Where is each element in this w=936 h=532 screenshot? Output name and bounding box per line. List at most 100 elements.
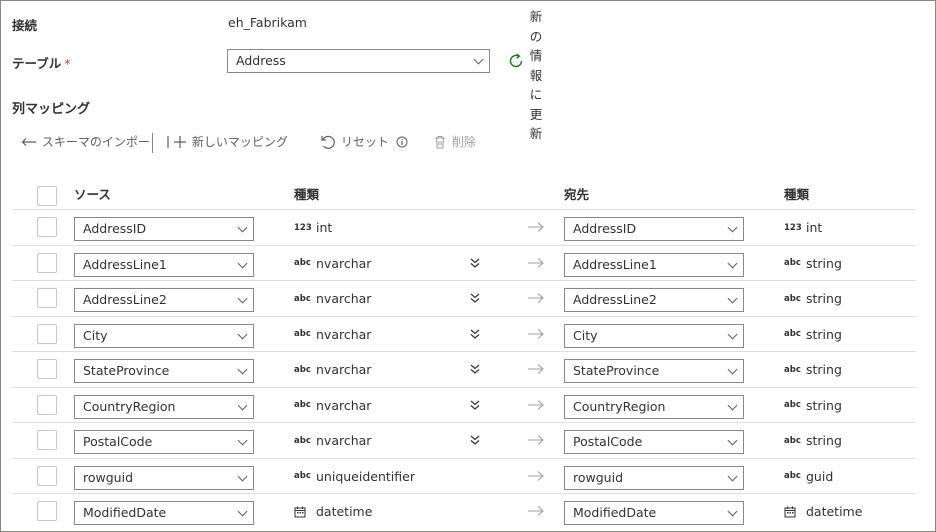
type-cell: abc uniqueidentifier — [294, 468, 415, 484]
source-column-select[interactable]: City — [74, 323, 254, 348]
select-all-checkbox[interactable] — [37, 186, 57, 206]
text-type-icon: abc — [784, 400, 801, 410]
text-type-icon: abc — [784, 329, 801, 339]
source-column-select-value: AddressLine1 — [83, 256, 167, 272]
mapping-arrow-icon — [528, 257, 544, 268]
type-label: nvarchar — [316, 291, 372, 306]
destination-column-select-value: AddressLine1 — [573, 256, 657, 272]
reset-button[interactable]: リセット — [319, 133, 409, 151]
row-checkbox[interactable] — [37, 217, 57, 237]
source-column-select[interactable]: CountryRegion — [74, 394, 254, 419]
header-destination: 宛先 — [564, 187, 590, 202]
source-column-select[interactable]: AddressID — [74, 217, 254, 241]
source-column-select-value: StateProvince — [83, 363, 170, 378]
required-mark: * — [64, 56, 71, 71]
destination-column-select[interactable]: AddressID — [564, 217, 744, 241]
type-cell: abc guid — [784, 468, 833, 484]
text-type-icon: abc — [784, 364, 801, 375]
delete-label: 削除 — [451, 135, 476, 149]
destination-column-select[interactable]: AddressLine2 — [564, 288, 744, 312]
mapping-arrow-icon — [528, 364, 544, 374]
destination-column-select-value: ModifiedDate — [573, 505, 657, 520]
expand-double-chevron-icon[interactable] — [468, 362, 482, 376]
destination-column-select-value: AddressID — [573, 221, 637, 236]
new-mapping-icon — [167, 135, 186, 148]
row-checkbox[interactable] — [37, 252, 57, 273]
source-column-select[interactable]: AddressLine1 — [74, 252, 254, 277]
new-mapping-label: 新しいマッピング — [191, 135, 288, 149]
row-checkbox[interactable] — [37, 323, 57, 344]
table-select-value: Address — [236, 53, 286, 68]
destination-column-select[interactable]: City — [564, 323, 744, 348]
row-checkbox[interactable] — [37, 430, 57, 450]
type-label: uniqueidentifier — [316, 468, 415, 484]
type-cell: abc nvarchar — [294, 432, 371, 448]
chevron-down-icon — [727, 329, 738, 339]
type-label: string — [806, 433, 842, 448]
expand-double-chevron-icon[interactable] — [468, 291, 482, 305]
source-column-select[interactable]: ModifiedDate — [74, 501, 254, 525]
type-label: datetime — [316, 504, 373, 519]
source-column-select[interactable]: AddressLine2 — [74, 288, 254, 312]
destination-column-select[interactable]: ModifiedDate — [564, 501, 744, 525]
type-cell: datetime — [784, 503, 862, 519]
destination-column-select[interactable]: CountryRegion — [564, 394, 744, 419]
type-label: string — [806, 362, 842, 377]
chevron-down-icon — [727, 222, 738, 233]
type-cell: abc nvarchar — [294, 255, 371, 271]
destination-column-select[interactable]: rowguid — [564, 465, 744, 490]
chevron-down-icon — [727, 400, 738, 410]
row-checkbox[interactable] — [37, 394, 57, 415]
source-column-select[interactable]: StateProvince — [74, 359, 254, 383]
toolbar-divider — [152, 133, 153, 153]
text-type-icon: abc — [294, 364, 311, 375]
expand-double-chevron-icon[interactable] — [468, 398, 482, 412]
destination-column-select-value: PostalCode — [573, 434, 643, 449]
text-type-icon: abc — [784, 293, 801, 304]
type-label: int — [316, 220, 333, 235]
mapping-arrow-icon — [528, 222, 544, 232]
new-mapping-button[interactable]: 新しいマッピング — [166, 133, 288, 151]
connection-value: eh_Fabrikam — [228, 15, 307, 30]
text-type-icon: abc — [294, 471, 311, 481]
destination-column-select-value: City — [573, 327, 598, 343]
destination-column-select-value: CountryRegion — [573, 398, 666, 414]
row-checkbox[interactable] — [37, 465, 57, 486]
row-checkbox[interactable] — [37, 501, 57, 521]
connection-label: 接続 — [12, 18, 38, 33]
type-cell: abc string — [784, 326, 842, 342]
chevron-down-icon — [727, 293, 738, 304]
refresh-button[interactable]: 新 の 情 報 に 更 新 — [528, 7, 544, 144]
text-type-icon: abc — [784, 258, 801, 268]
delete-button[interactable]: 削除 — [432, 133, 476, 151]
destination-column-select[interactable]: AddressLine1 — [564, 252, 744, 277]
table-label-text: テーブル — [12, 56, 62, 71]
source-column-select[interactable]: PostalCode — [74, 430, 254, 454]
header-source: ソース — [74, 187, 111, 202]
mapping-panel: 接続 eh_Fabrikam テーブル * Address 新 の 情 報 に 更… — [0, 0, 936, 532]
source-column-select-value: CountryRegion — [83, 398, 176, 414]
destination-column-select[interactable]: StateProvince — [564, 359, 744, 383]
import-schema-button[interactable]: スキーマのインポー — [20, 133, 150, 151]
number-type-icon: 123 — [294, 222, 312, 233]
info-icon[interactable] — [395, 135, 409, 149]
refresh-icon[interactable] — [507, 52, 525, 70]
chevron-down-icon — [237, 329, 248, 339]
row-checkbox[interactable] — [37, 288, 57, 308]
source-column-select[interactable]: rowguid — [74, 465, 254, 490]
row-checkbox[interactable] — [37, 359, 57, 379]
import-arrow-icon — [21, 137, 36, 146]
chevron-down-icon — [727, 435, 738, 446]
expand-double-chevron-icon[interactable] — [468, 327, 482, 341]
table-select[interactable]: Address — [227, 49, 490, 73]
expand-double-chevron-icon[interactable] — [468, 256, 482, 270]
destination-column-select[interactable]: PostalCode — [564, 430, 744, 454]
source-column-select-value: AddressID — [83, 221, 147, 236]
chevron-down-icon — [727, 364, 738, 375]
type-cell: abc nvarchar — [294, 397, 371, 413]
undo-icon — [321, 135, 335, 149]
source-column-select-value: PostalCode — [83, 434, 153, 449]
chevron-down-icon — [237, 471, 248, 481]
type-label: string — [806, 397, 842, 413]
expand-double-chevron-icon[interactable] — [468, 433, 482, 447]
